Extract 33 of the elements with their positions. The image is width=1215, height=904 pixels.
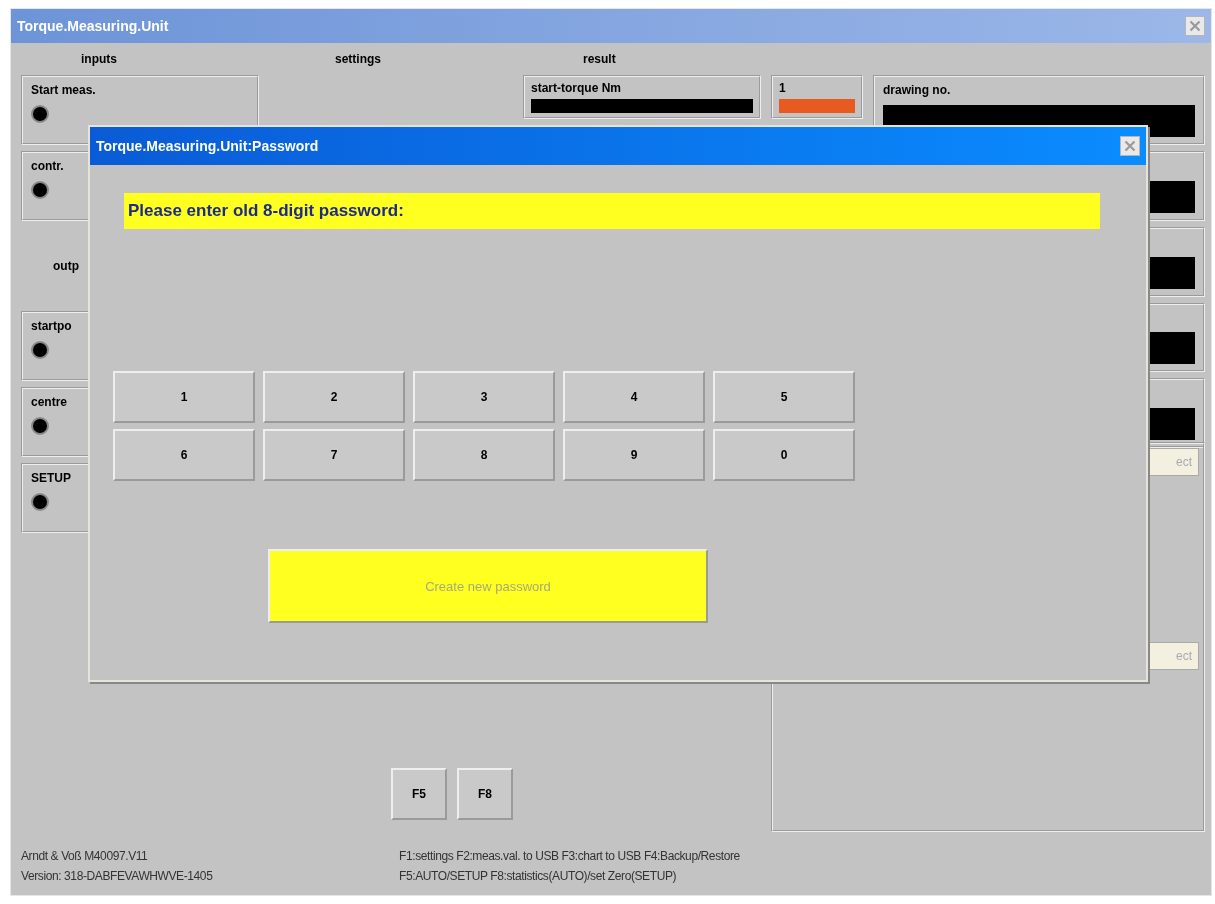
counter-value: 1 (779, 81, 786, 95)
password-prompt: Please enter old 8-digit password: (124, 193, 1100, 229)
section-header: inputs (80, 52, 118, 66)
section-header: outp (52, 258, 80, 275)
indicator-label: startpo (31, 319, 72, 333)
digit-key-button[interactable]: 5 (713, 371, 855, 423)
indicator-label: SETUP (31, 471, 71, 485)
digit-key-button[interactable]: 0 (713, 429, 855, 481)
digit-key-button[interactable]: 1 (113, 371, 255, 423)
help-text: F1:settings F2:meas.val. to USB F3:chart to USB F4:Backup/Restore (399, 849, 740, 863)
dialog-title: Torque.Measuring.Unit:Password (96, 138, 319, 154)
digit-key-button[interactable]: 2 (263, 371, 405, 423)
indicator-label: Start meas. (31, 83, 96, 97)
digit-key-button[interactable]: 6 (113, 429, 255, 481)
close-icon[interactable] (1185, 16, 1205, 36)
digit-key-button[interactable]: 7 (263, 429, 405, 481)
section-header: settings (334, 52, 382, 66)
version-text: Version: 318-DABFEVAWHWVE-1405 (21, 869, 214, 883)
vendor-text: Arndt & Voß M40097.V11 (21, 849, 149, 863)
digit-key-button[interactable]: 8 (413, 429, 555, 481)
digit-key-button[interactable]: 4 (563, 371, 705, 423)
indicator-label: centre (31, 395, 68, 409)
window-title: Torque.Measuring.Unit (17, 18, 169, 34)
function-key-button[interactable]: F8 (457, 768, 513, 820)
digit-key-button[interactable]: 3 (413, 371, 555, 423)
result-label: start-torque Nm (531, 81, 621, 95)
digit-key-button[interactable]: 9 (563, 429, 705, 481)
help-text: F5:AUTO/SETUP F8:statistics(AUTO)/set Zero(SETUP) (399, 869, 678, 883)
indicator-label: contr. (31, 159, 64, 173)
section-header: result (582, 52, 617, 66)
function-key-button[interactable]: F5 (391, 768, 447, 820)
close-icon[interactable] (1120, 136, 1140, 156)
result-label: drawing no. (883, 83, 951, 97)
